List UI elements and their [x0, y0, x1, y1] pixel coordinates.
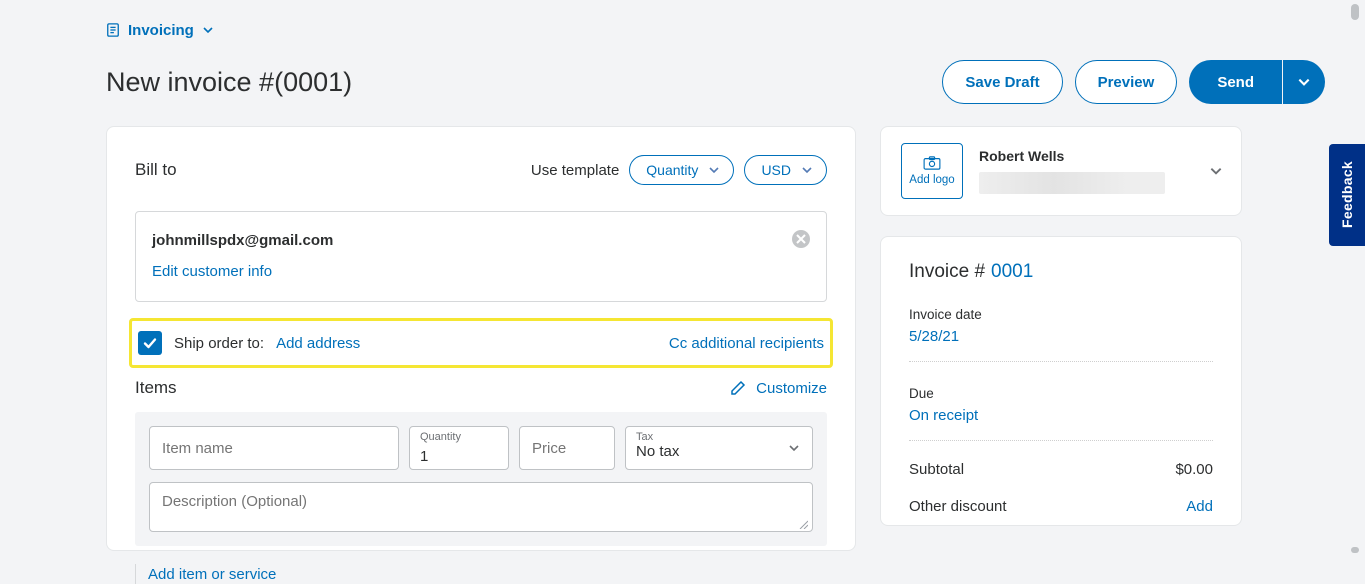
ship-order-checkbox[interactable] [138, 331, 162, 355]
logo-placeholder-icon [923, 156, 941, 170]
seller-detail-redacted [979, 172, 1165, 194]
discount-row: Other discount Add [909, 498, 1213, 515]
invoice-number-row: Invoice # 0001 [909, 261, 1213, 283]
scrollbar-top[interactable] [1349, 0, 1361, 24]
add-address-link[interactable]: Add address [276, 335, 360, 352]
items-section-label: Items [135, 378, 177, 398]
edit-customer-link[interactable]: Edit customer info [152, 263, 272, 280]
check-icon [142, 335, 158, 351]
bill-to-label: Bill to [135, 160, 177, 180]
invoice-number-link[interactable]: 0001 [991, 261, 1033, 283]
close-icon [796, 234, 806, 244]
tax-mini-label: Tax [636, 431, 802, 443]
quantity-pill-label: Quantity [646, 162, 698, 178]
invoice-doc-icon [106, 23, 120, 37]
send-button[interactable]: Send [1189, 60, 1282, 104]
add-discount-link[interactable]: Add [1186, 498, 1213, 515]
preview-button[interactable]: Preview [1075, 60, 1178, 104]
page-title: New invoice #(0001) [106, 67, 352, 98]
due-value[interactable]: On receipt [909, 407, 1213, 424]
subtotal-label: Subtotal [909, 461, 964, 478]
feedback-tab[interactable]: Feedback [1329, 144, 1365, 246]
subtotal-value: $0.00 [1175, 461, 1213, 478]
header-actions: Save Draft Preview Send [942, 60, 1325, 104]
chevron-down-icon [788, 442, 800, 454]
item-price-input[interactable] [519, 426, 615, 470]
item-description-input[interactable] [149, 482, 813, 532]
add-item-label: Add item or service [148, 566, 276, 583]
remove-customer-button[interactable] [792, 230, 810, 248]
due-label: Due [909, 386, 1213, 401]
ship-order-label: Ship order to: [174, 335, 264, 352]
resize-handle-icon [798, 519, 808, 529]
tax-value: No tax [636, 443, 802, 460]
vertical-divider [135, 564, 136, 584]
customize-label: Customize [756, 380, 827, 397]
item-quantity-input[interactable]: Quantity [409, 426, 509, 470]
breadcrumb-label: Invoicing [128, 22, 194, 39]
invoice-hash-label: Invoice # [909, 261, 985, 283]
item-name-input[interactable] [149, 426, 399, 470]
add-logo-button[interactable]: Add logo [901, 143, 963, 199]
cc-recipients-link[interactable]: Cc additional recipients [669, 335, 824, 352]
customize-items-link[interactable]: Customize [730, 380, 827, 397]
seller-name: Robert Wells [979, 148, 1165, 164]
add-logo-label: Add logo [909, 174, 954, 186]
invoice-form-card: Bill to Use template Quantity USD [106, 126, 856, 551]
save-draft-button[interactable]: Save Draft [942, 60, 1062, 104]
customer-chip: johnmillspdx@gmail.com Edit customer inf… [135, 211, 827, 302]
send-dropdown-button[interactable] [1283, 60, 1325, 104]
quantity-mini-label: Quantity [420, 431, 498, 443]
invoice-summary-card: Invoice # 0001 Invoice date 5/28/21 Due … [880, 236, 1242, 526]
ship-order-row: Ship order to: Add address Cc additional… [129, 318, 833, 368]
customer-email: johnmillspdx@gmail.com [152, 232, 810, 249]
scrollbar-bottom[interactable] [1349, 535, 1361, 565]
currency-dropdown[interactable]: USD [744, 155, 827, 185]
chevron-down-icon [708, 164, 720, 176]
quantity-template-dropdown[interactable]: Quantity [629, 155, 734, 185]
item-tax-select[interactable]: Tax No tax [625, 426, 813, 470]
add-item-link[interactable]: Add item or service [135, 564, 827, 584]
currency-pill-label: USD [761, 162, 791, 178]
use-template-label: Use template [531, 162, 619, 179]
chevron-down-icon [801, 164, 813, 176]
invoice-date-value[interactable]: 5/28/21 [909, 328, 1213, 345]
seller-info-card: Add logo Robert Wells [880, 126, 1242, 216]
pencil-icon [730, 380, 746, 396]
seller-expand-toggle[interactable] [1209, 164, 1223, 178]
items-grid: Quantity Tax No tax [135, 412, 827, 546]
chevron-down-icon [202, 24, 214, 36]
page-header: New invoice #(0001) Save Draft Preview S… [106, 60, 1325, 104]
subtotal-row: Subtotal $0.00 [909, 461, 1213, 478]
invoice-date-label: Invoice date [909, 307, 1213, 322]
chevron-down-icon [1297, 75, 1311, 89]
breadcrumb[interactable]: Invoicing [106, 0, 1325, 60]
discount-label: Other discount [909, 498, 1007, 515]
